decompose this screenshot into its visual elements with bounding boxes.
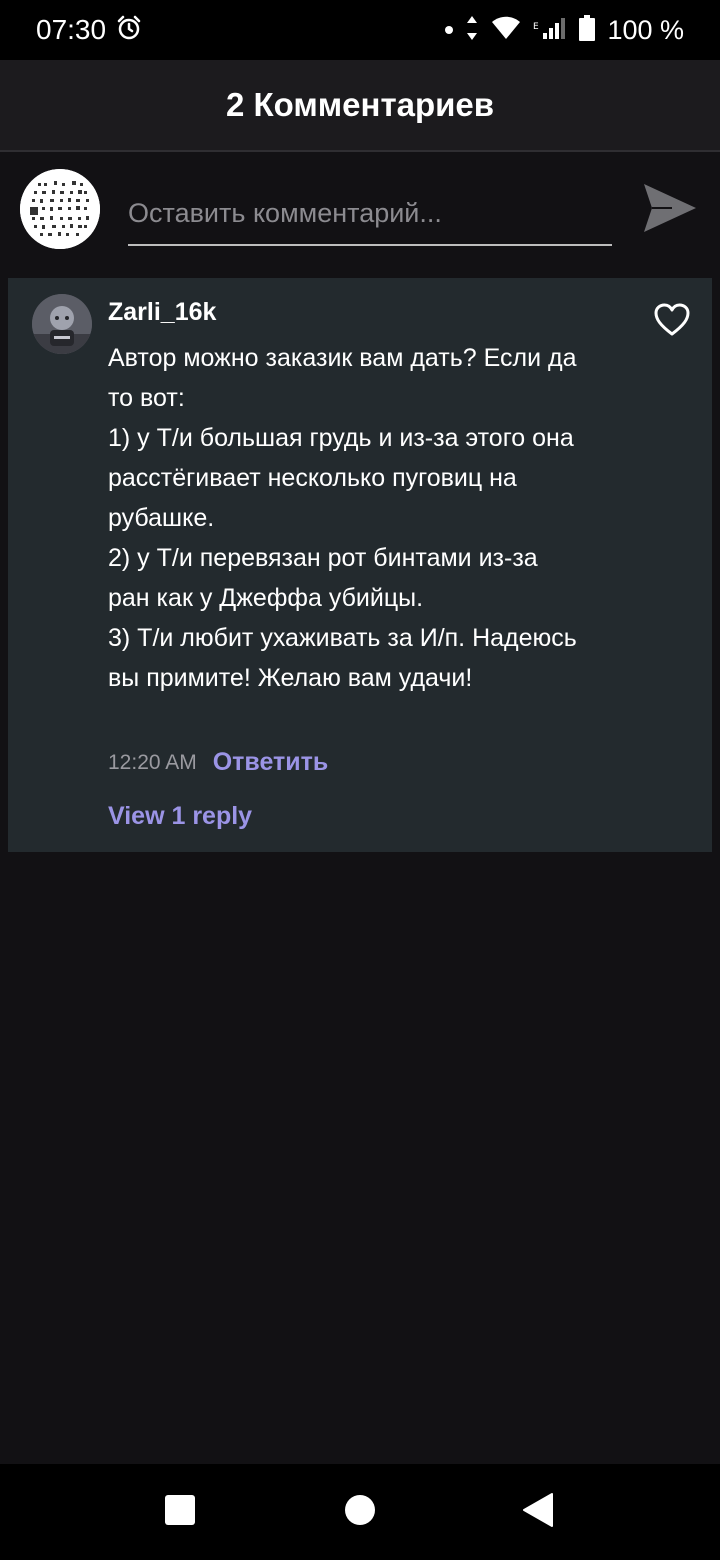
current-user-avatar[interactable] bbox=[20, 169, 100, 249]
back-button[interactable] bbox=[514, 1488, 562, 1536]
send-button[interactable] bbox=[640, 180, 700, 240]
comment-timestamp: 12:20 AM bbox=[108, 750, 197, 774]
heart-icon bbox=[652, 303, 692, 344]
comment-composer bbox=[0, 152, 720, 270]
send-icon bbox=[642, 180, 698, 240]
status-left: 07:30 bbox=[36, 14, 142, 46]
commenter-avatar[interactable] bbox=[32, 294, 92, 354]
comment-meta: 12:20 AM Ответить bbox=[108, 748, 328, 777]
data-transfer-icon bbox=[465, 15, 479, 45]
like-button[interactable] bbox=[652, 300, 692, 340]
reply-button[interactable]: Ответить bbox=[213, 748, 329, 777]
battery-percent: 100 % bbox=[607, 14, 684, 45]
comment-text: Автор можно заказик вам дать? Если да то… bbox=[108, 344, 577, 692]
page-title: 2 Комментариев bbox=[225, 86, 495, 123]
recents-button[interactable] bbox=[156, 1488, 204, 1536]
triangle-back-icon bbox=[522, 1492, 554, 1532]
alarm-icon bbox=[116, 15, 142, 45]
square-icon bbox=[164, 1494, 196, 1530]
cell-signal-icon: E bbox=[533, 15, 567, 45]
header: 2 Комментариев bbox=[0, 60, 720, 152]
status-bar: 07:30 E 100 % bbox=[0, 0, 720, 60]
notification-dot-icon bbox=[445, 26, 454, 34]
wifi-icon bbox=[491, 15, 521, 45]
battery-icon bbox=[579, 15, 596, 45]
status-time: 07:30 bbox=[36, 14, 107, 45]
comments-screen: 07:30 E 100 % 2 Комментариев Оставить ко… bbox=[0, 0, 720, 1560]
status-right: E 100 % bbox=[445, 15, 684, 46]
commenter-username[interactable]: Zarli_16k bbox=[108, 298, 216, 327]
system-nav-bar bbox=[0, 1464, 720, 1560]
circle-icon bbox=[344, 1494, 376, 1530]
view-replies-link[interactable]: View 1 reply bbox=[108, 802, 252, 831]
svg-text:E: E bbox=[533, 22, 539, 32]
home-button[interactable] bbox=[336, 1488, 384, 1536]
comment-input[interactable] bbox=[128, 182, 612, 246]
comment-card: Zarli_16k Автор можно заказик вам дать? … bbox=[8, 278, 712, 852]
